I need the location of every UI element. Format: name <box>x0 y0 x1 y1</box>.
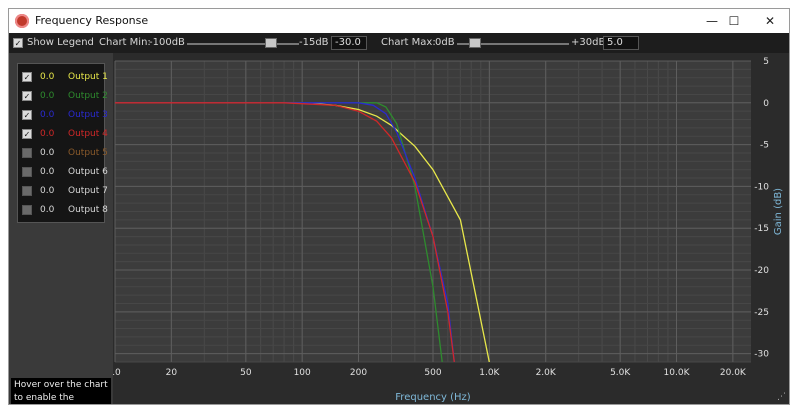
chart-max-input[interactable]: 5.0 <box>603 36 639 50</box>
legend-item-checkbox[interactable] <box>22 205 32 215</box>
legend-item-checkbox[interactable] <box>22 167 32 177</box>
chart-min-low-label: -100dB <box>149 37 185 48</box>
app-icon <box>15 14 29 28</box>
x-tick-label: 2.0K <box>536 368 557 378</box>
legend-item-checkbox[interactable]: ✓ <box>22 129 32 139</box>
legend-item-label: Output 8 <box>68 205 108 215</box>
legend-item-label: Output 6 <box>68 167 108 177</box>
legend-item-checkbox[interactable]: ✓ <box>22 72 32 82</box>
legend-item-value: 0.0 <box>40 205 55 215</box>
frequency-response-window: Frequency Response — ☐ ✕ ✓ Show Legend C… <box>8 8 790 405</box>
x-tick-label: 500 <box>424 368 441 378</box>
legend-item-checkbox[interactable]: ✓ <box>22 110 32 120</box>
legend-item-value: 0.0 <box>40 110 55 120</box>
chart-min-slider-track[interactable] <box>187 43 299 45</box>
y-tick-label: -10 <box>754 182 769 192</box>
y-tick-label: -5 <box>760 141 769 151</box>
title-bar: Frequency Response — ☐ ✕ <box>9 9 789 33</box>
frequency-response-chart[interactable]: 1020501002005001.0K2.0K5.0K10.0K20.0K50-… <box>113 53 789 405</box>
legend-item-value: 0.0 <box>40 186 55 196</box>
x-tick-label: 10 <box>113 368 121 378</box>
legend-item-value: 0.0 <box>40 72 55 82</box>
chart-max-label: Chart Max: <box>381 37 436 48</box>
legend-item-checkbox[interactable]: ✓ <box>22 91 32 101</box>
legend-list: ✓ 0.0 Output 1 ✓ 0.0 Output 2 ✓ 0.0 Output 3 ✓ 0.0… <box>17 63 108 223</box>
legend-item-label: Output 2 <box>68 91 108 101</box>
x-tick-label: 50 <box>240 368 252 378</box>
show-legend-label: Show Legend <box>27 37 94 48</box>
y-tick-label: -25 <box>754 308 769 318</box>
x-tick-label: 200 <box>350 368 367 378</box>
legend-item-value: 0.0 <box>40 129 55 139</box>
chart-max-high-label: +30dB <box>571 37 606 48</box>
x-tick-label: 10.0K <box>664 368 691 378</box>
x-tick-label: 20 <box>166 368 178 378</box>
chart-min-label: Chart Min: <box>99 37 151 48</box>
y-axis-label: Gain (dB) <box>773 188 784 235</box>
maximize-button[interactable]: ☐ <box>715 9 753 33</box>
x-tick-label: 100 <box>294 368 311 378</box>
chart-min-input[interactable]: -30.0 <box>331 36 367 50</box>
y-tick-label: -15 <box>754 224 769 234</box>
legend-item-value: 0.0 <box>40 167 55 177</box>
y-tick-label: -20 <box>754 266 769 276</box>
legend-item-label: Output 5 <box>68 148 108 158</box>
legend-hint: Hover over the chart to enable the legen… <box>11 378 111 404</box>
window-title: Frequency Response <box>35 14 149 27</box>
legend-item-checkbox[interactable] <box>22 148 32 158</box>
legend-item-value: 0.0 <box>40 148 55 158</box>
x-tick-label: 5.0K <box>610 368 631 378</box>
x-tick-label: 20.0K <box>720 368 747 378</box>
legend-item-label: Output 7 <box>68 186 108 196</box>
chart-min-slider-thumb[interactable] <box>265 38 277 48</box>
legend-item-label: Output 4 <box>68 129 108 139</box>
chart-max-low-label: 0dB <box>435 37 455 48</box>
legend-panel: ✓ 0.0 Output 1 ✓ 0.0 Output 2 ✓ 0.0 Output 3 ✓ 0.0… <box>9 53 113 404</box>
legend-item-label: Output 1 <box>68 72 108 82</box>
show-legend-checkbox[interactable]: ✓ <box>13 38 23 48</box>
legend-item-value: 0.0 <box>40 91 55 101</box>
chart-min-high-label: -15dB <box>299 37 329 48</box>
toolbar: ✓ Show Legend Chart Min: -100dB -15dB -3… <box>9 33 789 53</box>
y-tick-label: 5 <box>763 57 769 67</box>
close-button[interactable]: ✕ <box>751 9 789 33</box>
legend-item-checkbox[interactable] <box>22 186 32 196</box>
y-tick-label: -30 <box>754 350 769 360</box>
resize-grip-icon[interactable]: ⋰ <box>777 392 787 402</box>
legend-item-label: Output 3 <box>68 110 108 120</box>
x-axis-label: Frequency (Hz) <box>395 392 471 403</box>
y-tick-label: 0 <box>763 99 769 109</box>
x-tick-label: 1.0K <box>479 368 500 378</box>
chart-max-slider-thumb[interactable] <box>469 38 481 48</box>
